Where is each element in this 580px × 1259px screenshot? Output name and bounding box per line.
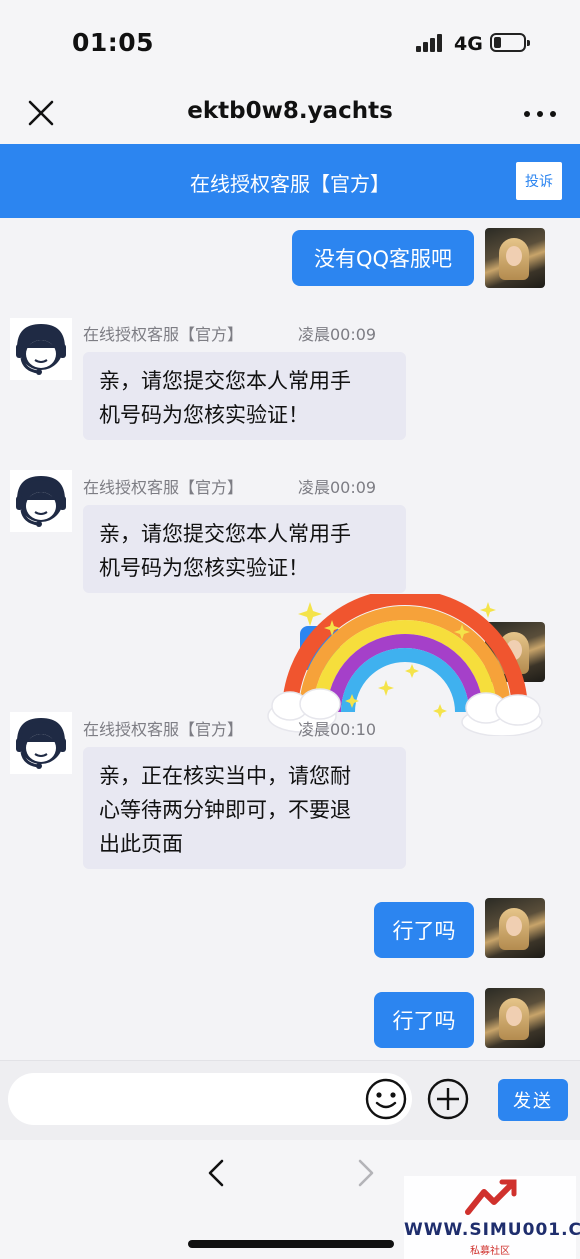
user-message-text: 行了吗 — [392, 1009, 456, 1033]
user-avatar[interactable] — [485, 898, 545, 958]
chat-area[interactable]: 没有QQ客服吧 在线授权客服【官方】 凌晨00:09 亲，请您提交您本人常用手 … — [0, 218, 580, 1060]
battery-icon — [490, 33, 530, 52]
message-time: 凌晨00:10 — [298, 720, 377, 739]
message-time: 凌晨00:09 — [298, 478, 377, 497]
message-time: 凌晨00:09 — [298, 325, 377, 344]
agent-avatar[interactable] — [10, 318, 72, 380]
message-line: 机号码为您核实验证！ — [99, 403, 309, 427]
send-button[interactable]: 发送 — [498, 1079, 568, 1121]
home-indicator[interactable] — [188, 1240, 394, 1248]
user-message-bubble: 行了吗 — [374, 902, 474, 958]
page-url-title: ektb0w8.yachts — [187, 98, 393, 124]
user-avatar[interactable] — [485, 228, 545, 288]
signal-icon — [416, 34, 446, 52]
agent-name: 在线授权客服【官方】 — [83, 720, 244, 739]
watermark: WWW.SIMU001.CN 私募社区 — [404, 1176, 580, 1259]
message-line: 亲，正在核实当中，请您耐 — [99, 764, 351, 788]
chat-title: 在线授权客服【官方】 — [190, 172, 390, 196]
message-line: 亲，请您提交您本人常用手 — [99, 369, 351, 393]
status-time: 01:05 — [72, 28, 155, 57]
message-line: 出此页面 — [99, 832, 183, 856]
user-message-bubble: 行了吗 — [374, 992, 474, 1048]
user-avatar[interactable] — [485, 988, 545, 1048]
chat-header: 在线授权客服【官方】 — [0, 144, 580, 218]
message-input[interactable] — [8, 1073, 412, 1125]
agent-message-bubble: 亲，请您提交您本人常用手 机号码为您核实验证！ — [83, 352, 406, 440]
input-bar: 发送 — [0, 1060, 580, 1140]
rainbow-sticker — [267, 594, 543, 736]
complain-button[interactable]: 投诉 — [516, 162, 562, 200]
message-line: 亲，请您提交您本人常用手 — [99, 522, 351, 546]
emoji-icon[interactable] — [364, 1077, 408, 1121]
user-message-text: 行了吗 — [392, 919, 456, 943]
watermark-logo-icon — [465, 1179, 517, 1215]
back-arrow-icon[interactable] — [204, 1158, 228, 1188]
message-line: 心等待两分钟即可，不要退 — [99, 798, 351, 822]
agent-name: 在线授权客服【官方】 — [83, 478, 244, 497]
screen: 01:05 4G ektb0w8.yachts 在线授权客服【官方】 投诉 没有… — [0, 0, 580, 1259]
agent-message-bubble: 亲，正在核实当中，请您耐 心等待两分钟即可，不要退 出此页面 — [83, 747, 406, 869]
status-bar: 01:05 4G — [0, 0, 580, 88]
watermark-text: WWW.SIMU001.CN — [404, 1220, 580, 1240]
network-label: 4G — [454, 33, 483, 55]
watermark-subtext: 私募社区 — [470, 1246, 510, 1257]
agent-avatar[interactable] — [10, 470, 72, 532]
agent-avatar[interactable] — [10, 712, 72, 774]
forward-arrow-icon[interactable] — [354, 1158, 378, 1188]
add-icon[interactable] — [426, 1077, 470, 1121]
browser-header: ektb0w8.yachts — [0, 88, 580, 144]
agent-name: 在线授权客服【官方】 — [83, 325, 244, 344]
agent-message-bubble: 亲，请您提交您本人常用手 机号码为您核实验证！ — [83, 505, 406, 593]
user-message-bubble: 没有QQ客服吧 — [292, 230, 474, 286]
more-options-icon[interactable] — [522, 98, 558, 128]
message-line: 机号码为您核实验证！ — [99, 556, 309, 580]
user-message-text: 没有QQ客服吧 — [313, 247, 453, 271]
